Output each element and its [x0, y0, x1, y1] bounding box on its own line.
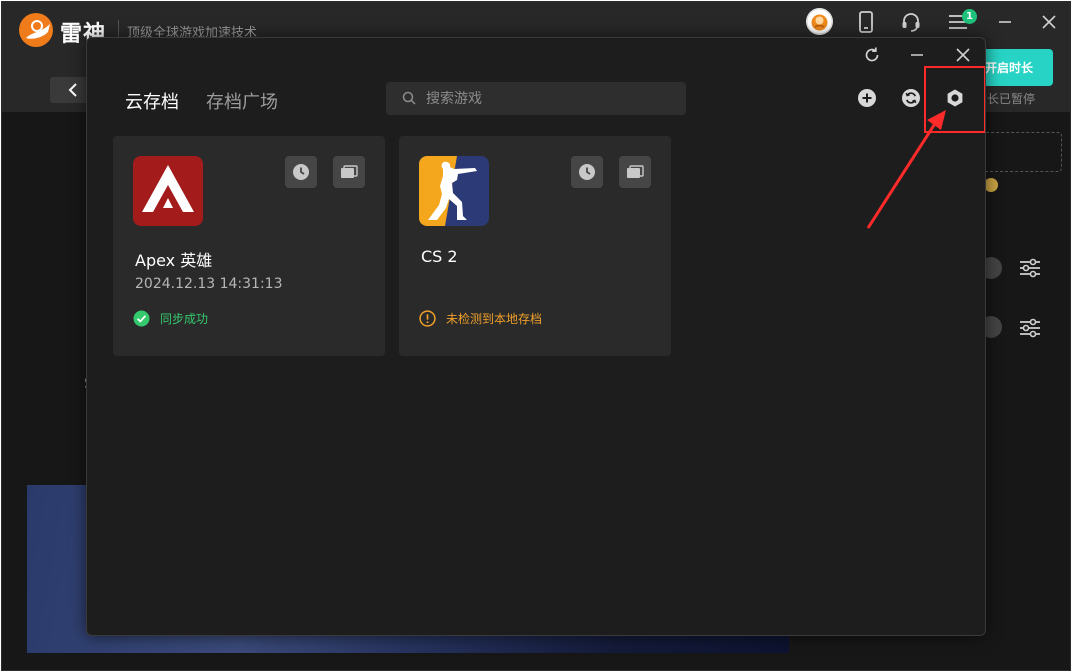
close-icon — [1042, 15, 1056, 29]
game-card-cs2[interactable]: CS 2 未检测到本地存档 — [399, 136, 671, 356]
tab-save-square[interactable]: 存档广场 — [206, 88, 278, 114]
main-close-button[interactable] — [1033, 8, 1065, 36]
sync-icon[interactable] — [901, 88, 921, 108]
sync-status: 同步成功 — [133, 310, 208, 327]
game-card-apex[interactable]: Apex 英雄 2024.12.13 14:31:13 同步成功 — [113, 136, 385, 356]
support-button[interactable] — [895, 8, 927, 36]
minimize-icon — [911, 54, 923, 56]
warning-circle-icon — [419, 310, 436, 327]
add-icon[interactable] — [857, 88, 877, 108]
folder-icon — [341, 165, 358, 178]
game-name: Apex 英雄 — [135, 251, 213, 270]
history-button[interactable] — [285, 156, 317, 188]
search-input[interactable] — [426, 82, 676, 115]
headset-icon — [902, 13, 920, 32]
notification-badge: 1 — [962, 9, 977, 24]
sliders-icon[interactable] — [1019, 258, 1041, 278]
avatar-image-icon — [806, 8, 833, 35]
sync-status-text: 未检测到本地存档 — [446, 312, 543, 326]
dialog-close-button[interactable] — [949, 41, 977, 69]
phone-icon — [859, 11, 873, 33]
folder-icon — [627, 165, 644, 178]
pause-status-text: 长已暂停 — [987, 92, 1036, 106]
check-circle-icon — [133, 310, 150, 327]
main-dashed-box — [977, 132, 1062, 172]
apex-logo-icon — [133, 156, 203, 226]
phone-button[interactable] — [850, 8, 882, 36]
sync-status-text: 同步成功 — [160, 312, 209, 326]
dialog-minimize-button[interactable] — [903, 41, 931, 69]
tab-cloud-save[interactable]: 云存档 — [125, 88, 179, 114]
search-box[interactable] — [386, 82, 686, 115]
folder-button[interactable] — [619, 156, 651, 188]
sliders-icon[interactable] — [1019, 318, 1041, 338]
clock-icon — [579, 164, 595, 180]
chevron-left-icon — [68, 83, 77, 97]
sync-status: 未检测到本地存档 — [419, 310, 542, 327]
coin-icon — [984, 178, 998, 192]
minimize-icon — [999, 21, 1011, 23]
game-save-time: 2024.12.13 14:31:13 — [135, 276, 283, 292]
brand-logo-icon — [19, 13, 53, 47]
close-icon — [956, 48, 970, 62]
highlight-box — [924, 66, 985, 133]
main-minimize-button[interactable] — [989, 8, 1021, 36]
user-avatar[interactable] — [806, 8, 833, 35]
clock-icon — [293, 164, 309, 180]
refresh-icon — [865, 47, 879, 62]
game-name: CS 2 — [421, 247, 458, 266]
history-button[interactable] — [571, 156, 603, 188]
folder-button[interactable] — [333, 156, 365, 188]
cs2-logo-icon — [419, 156, 489, 226]
dialog-refresh-button[interactable] — [858, 41, 886, 69]
cloud-save-dialog: 云存档 存档广场 搜索游戏 Apex 英雄 2024.12.13 14:31:1… — [86, 37, 986, 636]
search-icon — [402, 91, 416, 105]
start-timer-button[interactable]: 开启时长 — [977, 49, 1053, 86]
